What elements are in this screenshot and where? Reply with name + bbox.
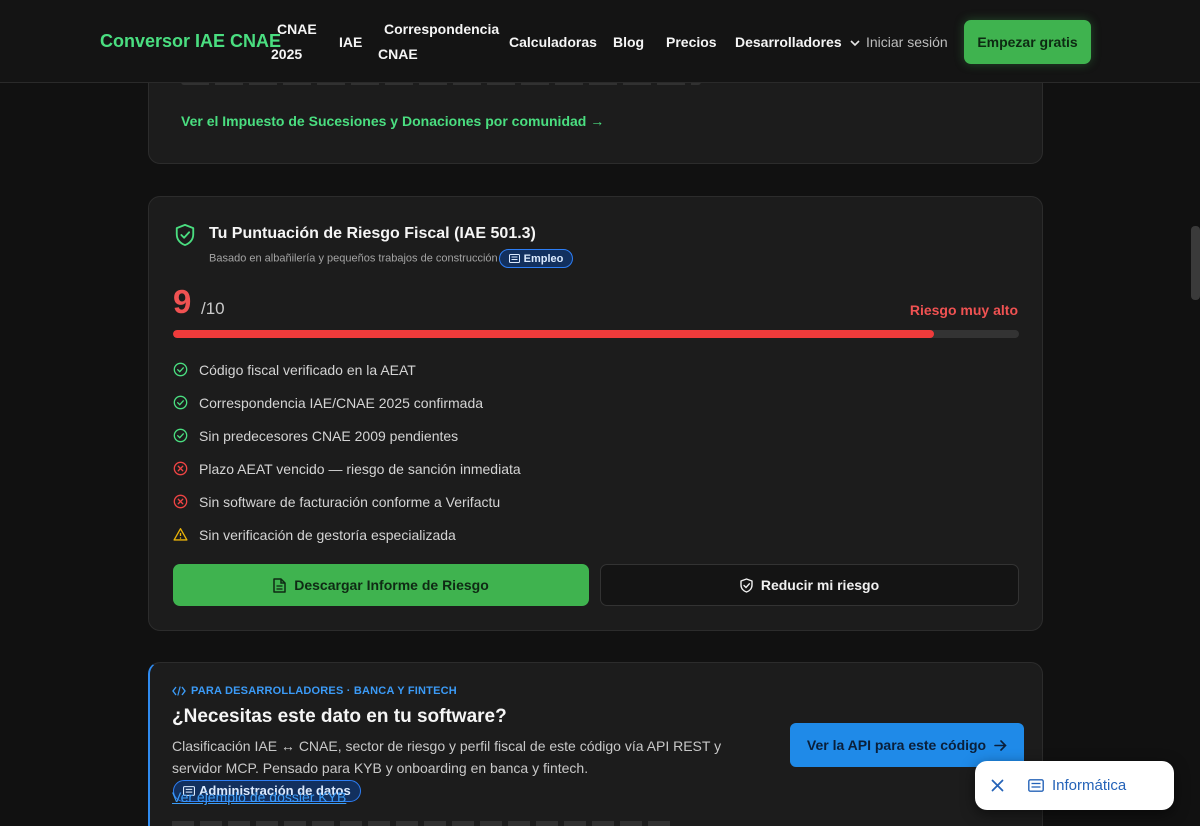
arrow-right-icon [994, 739, 1007, 751]
risk-checklist: Código fiscal verificado en la AEAT Corre… [173, 353, 1013, 551]
shield-check-icon [175, 224, 195, 246]
sector-toast-label: Informática [1052, 777, 1127, 794]
risk-check-text: Sin predecesores CNAE 2009 pendientes [199, 427, 459, 444]
risk-score-value: 9 [173, 283, 192, 320]
risk-check-item: Correspondencia IAE/CNAE 2025 confirmada [173, 386, 1013, 419]
dev-card-description-text: Clasificación IAE ↔ CNAE, sector de ries… [172, 738, 722, 776]
risk-check-item: Plazo AEAT vencido — riesgo de sanción i… [173, 452, 1013, 485]
sector-toast: Informática [975, 761, 1174, 810]
document-icon [273, 577, 286, 593]
nav-blog[interactable]: Blog [613, 34, 644, 50]
x-circle-icon [173, 461, 188, 476]
shield-check-icon [740, 577, 753, 593]
risk-check-text: Sin verificación de gestoría especializa… [199, 526, 456, 543]
nav-correspondencia-cnae[interactable]: Correspondencia CNAE [378, 17, 499, 67]
risk-score-card: Tu Puntuación de Riesgo Fiscal (IAE 501.… [148, 196, 1043, 631]
risk-check-item: Sin software de facturación conforme a V… [173, 485, 1013, 518]
obscured-text-line [172, 821, 672, 826]
risk-level-label: Riesgo muy alto [909, 302, 1018, 318]
risk-card-subtitle-text: Basado en albañilería y pequeños trabajo… [209, 252, 498, 265]
risk-score-max: /10 [201, 299, 225, 318]
brand-logo[interactable]: Conversor IAE CNAE [100, 31, 281, 52]
download-report-label: Descargar Informe de Riesgo [294, 577, 489, 593]
x-circle-icon [173, 494, 188, 509]
sector-toast-link[interactable]: Informática [1028, 777, 1126, 794]
nav-calculadoras[interactable]: Calculadoras [509, 34, 597, 50]
risk-progress-fill [173, 330, 935, 338]
risk-progress-bar [173, 330, 1019, 338]
kyb-example-link[interactable]: Ver ejemplo de dossier KYB [172, 789, 346, 805]
code-icon [172, 686, 186, 696]
dev-card-title: ¿Necesitas este dato en tu software? [172, 706, 507, 727]
check-circle-icon [173, 428, 188, 443]
top-navbar: Conversor IAE CNAE CNAE 2025 IAE Corresp… [0, 0, 1200, 83]
risk-check-text: Código fiscal verificado en la AEAT [199, 361, 416, 378]
close-icon[interactable] [975, 761, 1019, 810]
check-circle-icon [173, 395, 188, 410]
nav-cnae-2025[interactable]: CNAE 2025 [271, 17, 317, 67]
download-report-button[interactable]: Descargar Informe de Riesgo [173, 564, 589, 606]
nav-iae[interactable]: IAE [339, 34, 362, 50]
nav-correspondencia-line1: Correspondencia [384, 21, 500, 37]
page-scrollbar-thumb[interactable] [1191, 226, 1200, 300]
nav-correspondencia-line2: CNAE [378, 46, 418, 62]
nav-cnae-2025-line2: 2025 [271, 46, 303, 62]
succession-tax-link[interactable]: Ver el Impuesto de Sucesiones y Donacion… [181, 113, 604, 129]
nav-desarrolladores[interactable]: Desarrolladores [735, 34, 860, 50]
reduce-risk-button[interactable]: Reducir mi riesgo [600, 564, 1019, 606]
dev-kicker: PARA DESARROLLADORES · BANCA Y FINTECH [172, 685, 457, 697]
risk-check-text: Correspondencia IAE/CNAE 2025 confirmada [199, 394, 484, 411]
check-circle-icon [173, 362, 188, 377]
warning-triangle-icon [173, 528, 188, 541]
risk-check-text: Sin software de facturación conforme a V… [199, 493, 501, 510]
nav-precios[interactable]: Precios [666, 34, 717, 50]
start-free-button[interactable]: Empezar gratis [964, 20, 1091, 64]
id-card-icon [1028, 779, 1044, 792]
risk-check-item: Sin predecesores CNAE 2009 pendientes [173, 419, 1013, 452]
close-x-glyph [991, 779, 1003, 792]
nav-desarrolladores-label: Desarrolladores [735, 34, 842, 50]
risk-check-item: Código fiscal verificado en la AEAT [173, 353, 1013, 386]
dev-kicker-text: PARA DESARROLLADORES · BANCA Y FINTECH [191, 685, 457, 697]
nav-cnae-2025-line1: CNAE [277, 21, 317, 37]
developer-api-card: PARA DESARROLLADORES · BANCA Y FINTECH ¿… [148, 662, 1043, 826]
risk-check-item: Sin verificación de gestoría especializa… [173, 518, 1013, 551]
view-api-label: Ver la API para este código [806, 737, 987, 753]
risk-card-subtitle: Basado en albañilería y pequeños trabajo… [209, 249, 574, 268]
risk-card-title: Tu Puntuación de Riesgo Fiscal (IAE 501.… [209, 225, 536, 242]
login-link[interactable]: Iniciar sesión [866, 34, 948, 50]
risk-check-text: Plazo AEAT vencido — riesgo de sanción i… [199, 460, 521, 477]
sector-chip-label: Empleo [523, 252, 564, 265]
id-card-icon [508, 254, 520, 263]
chevron-down-icon [849, 40, 860, 46]
sector-chip[interactable]: Empleo [498, 249, 574, 268]
reduce-risk-label: Reducir mi riesgo [760, 577, 880, 593]
